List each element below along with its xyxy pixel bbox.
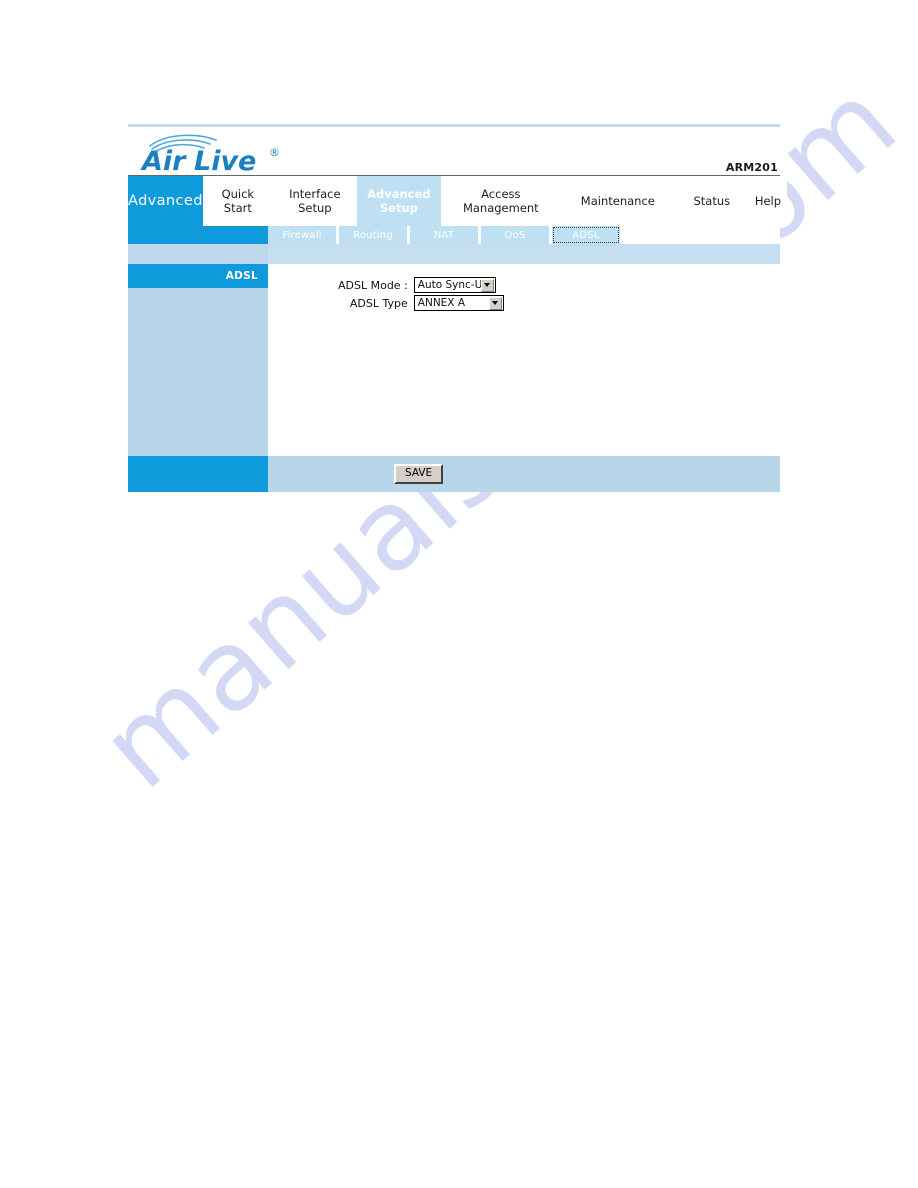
subnav-item-qos[interactable]: QoS [481, 226, 549, 244]
sub-nav-items: Firewall Routing NAT QoS ADSL [268, 226, 780, 244]
svg-text:Live: Live [194, 146, 256, 174]
adsl-type-value: ANNEX A [417, 297, 466, 309]
sub-nav-bar: Firewall Routing NAT QoS ADSL [128, 226, 780, 244]
form-row-adsl-mode: ADSL Mode : Auto Sync-Up [338, 276, 504, 294]
footer-left-block [128, 456, 268, 492]
sub-nav-left-spacer [128, 226, 268, 244]
model-name-label: ARM201 [725, 161, 778, 174]
body-row: ADSL ADSL Mode : Auto Sync-Up [128, 264, 780, 456]
tab-help[interactable]: Help [749, 176, 787, 226]
adsl-mode-select[interactable]: Auto Sync-Up [413, 277, 496, 293]
main-nav-tabs: Quick Start Interface Setup Advanced Set… [202, 176, 788, 226]
tab-access-management-line2: Management [462, 201, 539, 215]
page-root: manualshive.com Air Live ® [0, 0, 918, 1188]
tab-advanced-setup[interactable]: Advanced Setup [356, 176, 441, 226]
tab-advanced-setup-line2: Setup [379, 201, 418, 215]
tab-quick-start[interactable]: Quick Start [203, 176, 273, 226]
subnav-item-firewall[interactable]: Firewall [268, 226, 336, 244]
subnav-item-nat[interactable]: NAT [410, 226, 478, 244]
sidebar-item-adsl[interactable]: ADSL [128, 264, 268, 288]
footer-bar: SAVE [128, 456, 780, 492]
section-badge-advanced: Advanced [128, 176, 203, 226]
chevron-down-icon[interactable] [480, 278, 494, 292]
router-admin-ui: Air Live ® ARM201 Advanced Quick Start I… [128, 124, 788, 492]
separator-band-right [268, 244, 780, 264]
tab-status[interactable]: Status [675, 176, 749, 226]
separator-band [128, 244, 780, 264]
tab-access-management[interactable]: Access Management [441, 176, 561, 226]
airlive-logo: Air Live ® [136, 130, 336, 174]
tab-status-label: Status [693, 194, 731, 208]
tab-interface-setup[interactable]: Interface Setup [273, 176, 357, 226]
tab-help-label: Help [754, 194, 782, 208]
registered-mark: ® [269, 146, 280, 159]
tab-interface-setup-line1: Interface [289, 187, 341, 201]
adsl-type-field-cell: ANNEX A [413, 294, 504, 312]
sidebar-panel: ADSL [128, 264, 268, 456]
adsl-mode-field-cell: Auto Sync-Up [413, 276, 504, 294]
header-bar: Air Live ® ARM201 [128, 127, 780, 176]
tab-maintenance-label: Maintenance [580, 194, 655, 208]
content-panel: ADSL Mode : Auto Sync-Up ADSL Type [268, 264, 780, 456]
tab-interface-setup-line2: Setup [298, 201, 332, 215]
save-button[interactable]: SAVE [394, 464, 444, 484]
tab-quick-start-line2: Start [223, 201, 252, 215]
svg-text:Air: Air [140, 146, 187, 174]
adsl-type-label: ADSL Type [349, 296, 408, 310]
subnav-item-routing[interactable]: Routing [339, 226, 407, 244]
tab-maintenance[interactable]: Maintenance [561, 176, 675, 226]
subnav-item-adsl[interactable]: ADSL [552, 226, 620, 244]
airlive-logo-svg: Air Live ® [140, 134, 280, 174]
chevron-down-icon[interactable] [488, 296, 502, 310]
adsl-mode-label: ADSL Mode : [338, 278, 408, 292]
main-nav-bar: Advanced Quick Start Interface Setup Adv… [128, 176, 788, 226]
adsl-mode-value: Auto Sync-Up [417, 279, 481, 291]
adsl-type-select[interactable]: ANNEX A [413, 295, 504, 311]
adsl-settings-form: ADSL Mode : Auto Sync-Up ADSL Type [338, 276, 504, 312]
separator-band-left [128, 244, 268, 264]
tab-advanced-setup-line1: Advanced [367, 187, 431, 201]
tab-quick-start-line1: Quick [221, 187, 255, 201]
footer-right-block: SAVE [268, 456, 780, 492]
tab-access-management-line1: Access [481, 187, 521, 201]
form-row-adsl-type: ADSL Type ANNEX A [338, 294, 504, 312]
